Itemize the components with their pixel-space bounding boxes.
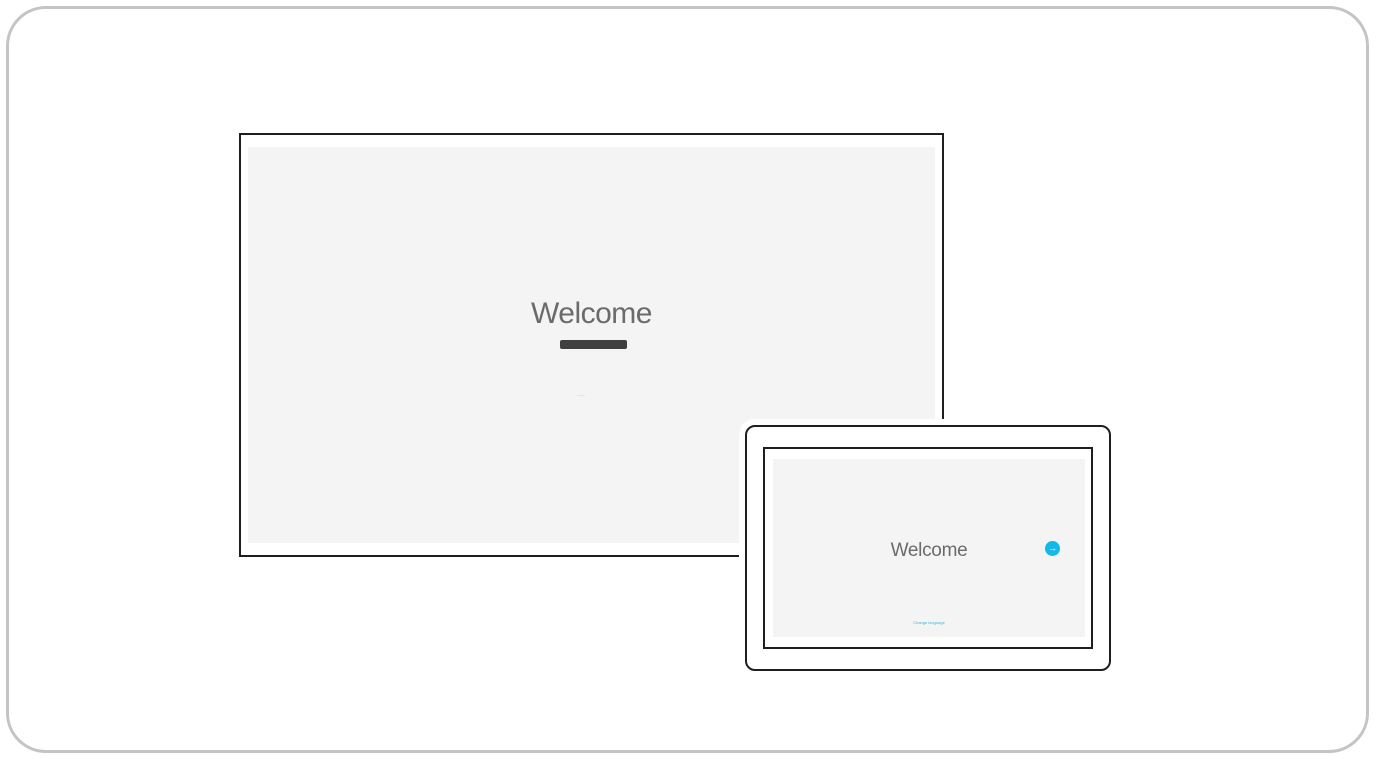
touch-welcome-title: Welcome bbox=[890, 540, 968, 561]
display-faint-mark bbox=[577, 395, 585, 396]
touch-bezel: Welcome → Change language bbox=[763, 447, 1093, 649]
touch-screen: Welcome → Change language bbox=[773, 459, 1085, 637]
arrow-right-icon: → bbox=[1048, 543, 1057, 553]
touch-controller: Welcome → Change language bbox=[745, 425, 1111, 671]
display-system-name-placeholder bbox=[560, 340, 627, 349]
change-language-link[interactable]: Change language bbox=[773, 620, 1085, 625]
display-welcome-title: Welcome bbox=[531, 297, 652, 330]
next-button[interactable]: → bbox=[1045, 541, 1060, 556]
illustration-frame: Welcome Welcome → Change language bbox=[6, 6, 1369, 753]
